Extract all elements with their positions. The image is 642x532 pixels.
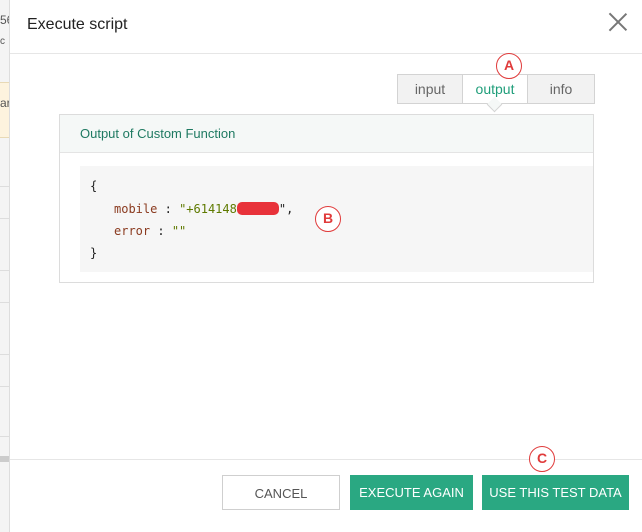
- output-panel-heading: Output of Custom Function: [60, 115, 593, 153]
- background-row-divider: [0, 270, 9, 271]
- background-text: ar: [0, 96, 10, 110]
- background-row-divider: [0, 302, 9, 303]
- background-text: 56: [0, 13, 9, 27]
- json-separator: :: [164, 202, 172, 216]
- code-line-error: error : "": [114, 224, 186, 238]
- dialog-header: Execute script: [10, 0, 642, 54]
- background-row-divider: [0, 386, 9, 387]
- redaction-mark: [236, 202, 279, 215]
- json-value-mobile: "+614148: [179, 202, 237, 216]
- tab-output[interactable]: output: [463, 75, 528, 103]
- background-row-divider: [0, 436, 9, 437]
- json-separator: :: [157, 224, 165, 238]
- tab-input[interactable]: input: [398, 75, 463, 103]
- output-panel: Output of Custom Function { mobile : "+6…: [59, 114, 594, 283]
- json-key-error: error: [114, 224, 151, 238]
- annotation-marker-c: C: [529, 446, 555, 472]
- code-open-brace: {: [90, 179, 98, 193]
- tab-info[interactable]: info: [528, 75, 594, 103]
- json-value-error: "": [171, 224, 187, 238]
- json-key-mobile: mobile: [114, 202, 158, 216]
- background-row-divider: [0, 186, 9, 187]
- background-text: c: [0, 36, 5, 47]
- json-value-mobile-end: ",: [278, 202, 294, 216]
- background-scrollbar: [0, 456, 9, 462]
- output-tabs: input output info: [397, 74, 595, 104]
- background-row-divider: [0, 354, 9, 355]
- annotation-marker-b: B: [315, 206, 341, 232]
- dialog-title: Execute script: [27, 16, 128, 33]
- cancel-button[interactable]: CANCEL: [222, 475, 340, 510]
- close-icon[interactable]: [608, 12, 628, 32]
- background-row-divider: [0, 218, 9, 219]
- execute-again-button[interactable]: EXECUTE AGAIN: [350, 475, 473, 510]
- annotation-marker-a: A: [496, 53, 522, 79]
- background-page: 56 c ar: [0, 0, 10, 532]
- code-line-mobile: mobile : "+614148 ",: [114, 202, 293, 216]
- code-close-brace: }: [90, 246, 98, 260]
- background-highlighted-row: [0, 82, 9, 138]
- execute-script-dialog: Execute script input output info A Outpu…: [10, 0, 642, 532]
- use-test-data-button[interactable]: USE THIS TEST DATA: [482, 475, 629, 510]
